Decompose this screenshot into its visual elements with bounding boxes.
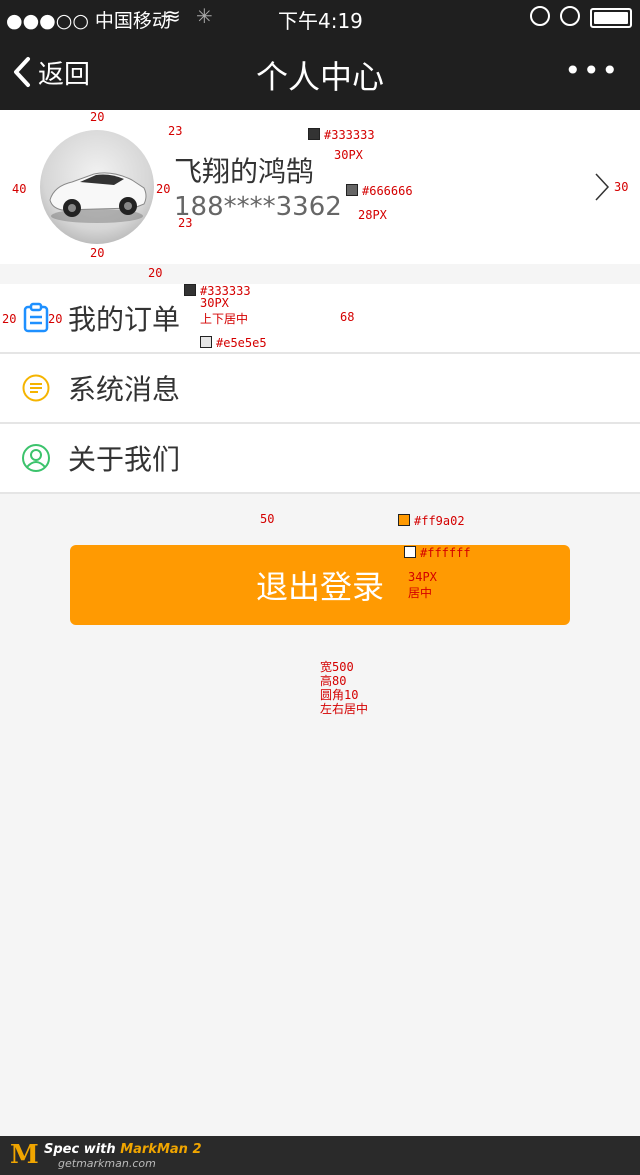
anno-name-top-23: 23 [168, 124, 183, 138]
anno-menu-20: 20 [148, 266, 163, 280]
anno-btn-align: 左右居中 [320, 702, 369, 716]
more-button[interactable]: ••• [564, 54, 620, 87]
rotation-lock-icon [530, 6, 550, 26]
anno-phone-size: 28PX [358, 208, 387, 222]
menu-label-about: 关于我们 [68, 443, 181, 476]
anno-menu-size: 30PX [200, 296, 229, 310]
menu-list: 我的订单 系统消息 关于我们 [0, 284, 640, 494]
anno-arrow-30: 30 [614, 180, 629, 194]
anno-left-40: 40 [12, 182, 27, 196]
swatch-icon [184, 284, 196, 296]
wifi-icon: ≋ [164, 4, 181, 28]
logout-button[interactable]: 退出登录 [70, 545, 570, 625]
markman-footer: M Spec with MarkMan 2 getmarkman.com [0, 1136, 640, 1175]
user-phone: 188****3362 [174, 192, 342, 222]
swatch-icon [398, 514, 410, 526]
page-title: 个人中心 [255, 58, 384, 96]
menu-item-messages[interactable]: 系统消息 [0, 354, 640, 424]
status-time: 下午4:19 [278, 9, 363, 33]
swatch-icon [346, 184, 358, 196]
status-bar: ●●●○○ 中国移动 ≋ ✳ 下午4:19 [0, 0, 640, 36]
anno-name-size: 30PX [334, 148, 363, 162]
alarm-icon [560, 6, 580, 26]
battery-icon [590, 8, 632, 28]
swatch-icon [200, 336, 212, 348]
anno-btn-text-size: 34PX [408, 570, 437, 584]
menu-item-about[interactable]: 关于我们 [0, 424, 640, 494]
menu-label-orders: 我的订单 [68, 303, 181, 336]
chevron-right-icon[interactable] [594, 172, 610, 202]
anno-btn-bg: #ff9a02 [398, 514, 465, 528]
anno-btn-text-align: 居中 [408, 586, 433, 600]
swatch-icon [404, 546, 416, 558]
user-name: 飞翔的鸿鹄 [174, 155, 315, 188]
anno-name-color: #333333 [308, 128, 375, 142]
anno-btn-text-color: #ffffff [404, 546, 471, 560]
menu-item-orders[interactable]: 我的订单 [0, 284, 640, 354]
anno-menu-left-20b: 20 [48, 312, 63, 326]
user-icon [22, 444, 50, 472]
anno-btn-gap-50: 50 [260, 512, 275, 526]
anno-row-height: 68 [340, 310, 355, 324]
anno-divider-color: #e5e5e5 [200, 336, 267, 350]
anno-avatar-20: 20 [156, 182, 171, 196]
menu-label-messages: 系统消息 [68, 373, 181, 406]
anno-phone-color: #666666 [346, 184, 413, 198]
nav-bar: 返回 个人中心 ••• [0, 36, 640, 110]
anno-menu-align: 上下居中 [200, 312, 249, 326]
carrier-label: ●●●○○ 中国移动 [6, 10, 171, 32]
message-icon [22, 374, 50, 402]
footer-brand-line: Spec with MarkMan 2 [44, 1142, 202, 1157]
car-image [49, 172, 147, 223]
markman-logo-icon: M [10, 1140, 39, 1170]
anno-nav-20: 20 [90, 110, 105, 124]
anno-avatar-bottom-20: 20 [90, 246, 105, 260]
swatch-icon [308, 128, 320, 140]
anno-menu-left-20a: 20 [2, 312, 17, 326]
anno-phone-bottom-23: 23 [178, 216, 193, 230]
avatar[interactable] [40, 130, 154, 244]
loading-spinner-icon: ✳ [196, 4, 213, 28]
footer-url: getmarkman.com [58, 1157, 156, 1170]
